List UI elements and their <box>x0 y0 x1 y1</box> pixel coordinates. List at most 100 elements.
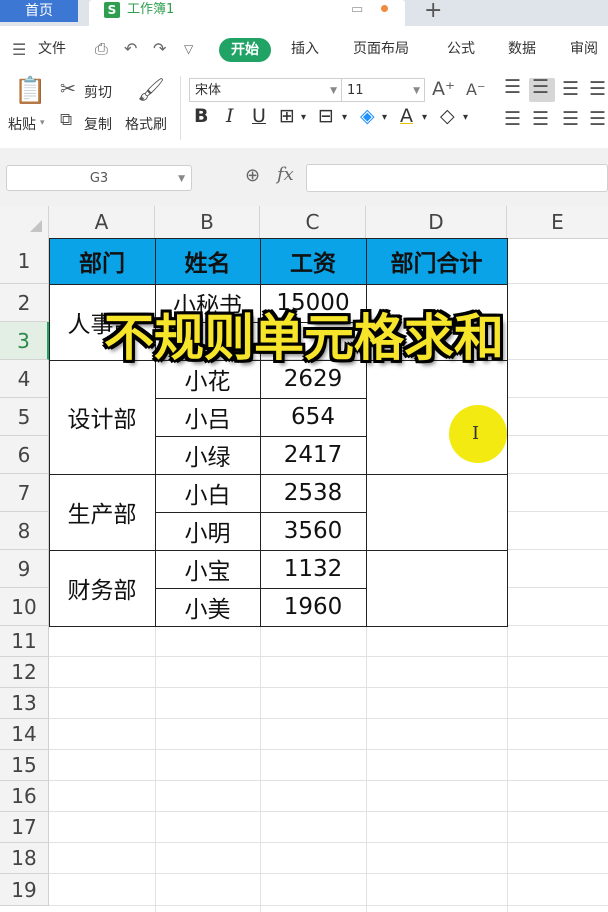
row-header-19[interactable]: 19 <box>0 874 49 906</box>
name-cell[interactable]: 小美 <box>155 588 260 626</box>
zoom-icon[interactable]: ⊕ <box>245 165 260 186</box>
dept-cell-design[interactable]: 设计部 <box>49 360 155 474</box>
paste-icon[interactable]: 📋 <box>14 76 46 106</box>
monitor-icon[interactable]: ▭ <box>351 2 363 17</box>
dept-cell-finance[interactable]: 财务部 <box>49 550 155 626</box>
redo-icon[interactable]: ↷ <box>153 39 166 58</box>
copy-icon[interactable]: ⧉ <box>60 110 72 130</box>
increase-font-icon[interactable]: A⁺ <box>432 78 455 100</box>
fill-dropdown-icon[interactable]: ▾ <box>382 112 387 123</box>
dept-cell-production[interactable]: 生产部 <box>49 474 155 550</box>
name-cell[interactable]: 小绿 <box>155 436 260 474</box>
salary-cell[interactable]: 2417 <box>260 436 366 474</box>
align-right-icon[interactable]: ☰ <box>562 108 579 130</box>
salary-cell[interactable]: 1960 <box>260 588 366 626</box>
print-preview-icon[interactable]: ⎙ <box>95 39 108 59</box>
tab-data[interactable]: 数据 <box>508 40 536 58</box>
name-box[interactable]: G3 ▼ <box>6 165 192 191</box>
row-header-5[interactable]: 5 <box>0 398 49 436</box>
fill-color-icon[interactable]: ◈ <box>360 105 375 127</box>
format-painter-button[interactable]: 格式刷 <box>125 114 167 134</box>
name-cell[interactable]: 小明 <box>155 512 260 550</box>
header-cell-salary[interactable]: 工资 <box>260 238 366 284</box>
row-header-6[interactable]: 6 <box>0 436 49 474</box>
align-middle-icon[interactable]: ☰ <box>532 76 549 98</box>
row-header-10[interactable]: 10 <box>0 588 49 626</box>
dept-total-cell[interactable] <box>366 474 507 550</box>
cut-button[interactable]: 剪切 <box>84 82 112 102</box>
row-header-11[interactable]: 11 <box>0 626 49 657</box>
format-painter-icon[interactable]: 🖌 <box>137 78 165 103</box>
justify-icon[interactable]: ☰ <box>589 108 606 130</box>
formula-input[interactable] <box>306 164 608 192</box>
fx-icon[interactable]: fx <box>277 164 294 185</box>
column-header-d[interactable]: D <box>366 206 507 238</box>
quick-access-dropdown-icon[interactable]: ▽ <box>184 42 193 56</box>
salary-cell[interactable]: 654 <box>260 398 366 436</box>
column-header-a[interactable]: A <box>49 206 155 238</box>
tab-start[interactable]: 开始 <box>219 38 271 62</box>
align-bottom-icon[interactable]: ☰ <box>562 78 579 100</box>
row-header-16[interactable]: 16 <box>0 781 49 812</box>
border-dropdown-icon[interactable]: ▾ <box>301 112 306 123</box>
row-header-13[interactable]: 13 <box>0 688 49 719</box>
scissors-icon[interactable]: ✂ <box>60 78 76 100</box>
row-header-14[interactable]: 14 <box>0 719 49 750</box>
undo-icon[interactable]: ↶ <box>124 39 137 58</box>
row-header-18[interactable]: 18 <box>0 843 49 874</box>
clear-dropdown-icon[interactable]: ▾ <box>463 112 468 123</box>
copy-button[interactable]: 复制 <box>84 114 112 134</box>
row-header-9[interactable]: 9 <box>0 550 49 588</box>
align-top-icon[interactable]: ☰ <box>504 76 521 98</box>
header-cell-name[interactable]: 姓名 <box>155 238 260 284</box>
tab-formulas[interactable]: 公式 <box>447 40 475 58</box>
row-header-7[interactable]: 7 <box>0 474 49 512</box>
font-color-dropdown-icon[interactable]: ▾ <box>422 112 427 123</box>
column-header-c[interactable]: C <box>260 206 366 238</box>
salary-cell[interactable]: 1132 <box>260 550 366 588</box>
tab-review[interactable]: 审阅 <box>570 40 598 58</box>
chevron-down-icon: ▼ <box>178 174 185 184</box>
font-size-select[interactable]: 11 ▼ <box>341 78 425 102</box>
paste-dropdown-icon[interactable]: ▾ <box>40 118 45 128</box>
name-cell[interactable]: 小白 <box>155 474 260 512</box>
tab-workbook[interactable]: S 工作簿1 ▭ <box>89 0 405 26</box>
new-tab-button[interactable]: + <box>424 0 442 23</box>
merge-dropdown-icon[interactable]: ▾ <box>342 112 347 123</box>
row-header-15[interactable]: 15 <box>0 750 49 781</box>
menu-file[interactable]: 文件 <box>38 40 66 58</box>
row-header-8[interactable]: 8 <box>0 512 49 550</box>
row-header-12[interactable]: 12 <box>0 657 49 688</box>
cell-border <box>49 238 50 627</box>
paste-button[interactable]: 粘贴 <box>8 114 36 134</box>
font-name-select[interactable]: 宋体 ▼ <box>189 78 342 102</box>
column-header-bar: A B C D E <box>0 206 608 239</box>
border-icon[interactable]: ⊞ <box>279 105 295 127</box>
select-all-corner[interactable] <box>0 206 49 238</box>
name-cell[interactable]: 小吕 <box>155 398 260 436</box>
italic-button[interactable]: I <box>226 105 234 127</box>
column-header-b[interactable]: B <box>155 206 260 238</box>
eraser-icon[interactable]: ◇ <box>440 105 455 127</box>
dept-total-cell[interactable] <box>366 550 507 626</box>
column-header-e[interactable]: E <box>507 206 608 238</box>
align-center-icon[interactable]: ☰ <box>532 108 549 130</box>
hamburger-icon[interactable]: ☰ <box>12 40 26 59</box>
bold-button[interactable]: B <box>194 105 208 127</box>
align-left-icon[interactable]: ☰ <box>504 108 521 130</box>
tab-page-layout[interactable]: 页面布局 <box>353 40 409 58</box>
header-cell-department[interactable]: 部门 <box>49 238 155 284</box>
salary-cell[interactable]: 2538 <box>260 474 366 512</box>
underline-button[interactable]: U <box>252 105 266 127</box>
name-cell[interactable]: 小宝 <box>155 550 260 588</box>
row-header-17[interactable]: 17 <box>0 812 49 843</box>
row-header-1[interactable]: 1 <box>0 238 49 284</box>
tab-home[interactable]: 首页 <box>0 0 78 22</box>
font-color-icon[interactable]: A <box>400 105 413 127</box>
salary-cell[interactable]: 3560 <box>260 512 366 550</box>
tab-insert[interactable]: 插入 <box>291 40 319 58</box>
header-cell-dept-total[interactable]: 部门合计 <box>366 238 507 284</box>
wrap-text-icon[interactable]: ☰ <box>589 78 606 100</box>
decrease-font-icon[interactable]: A⁻ <box>466 80 485 99</box>
merge-cells-icon[interactable]: ⊟ <box>318 105 334 127</box>
